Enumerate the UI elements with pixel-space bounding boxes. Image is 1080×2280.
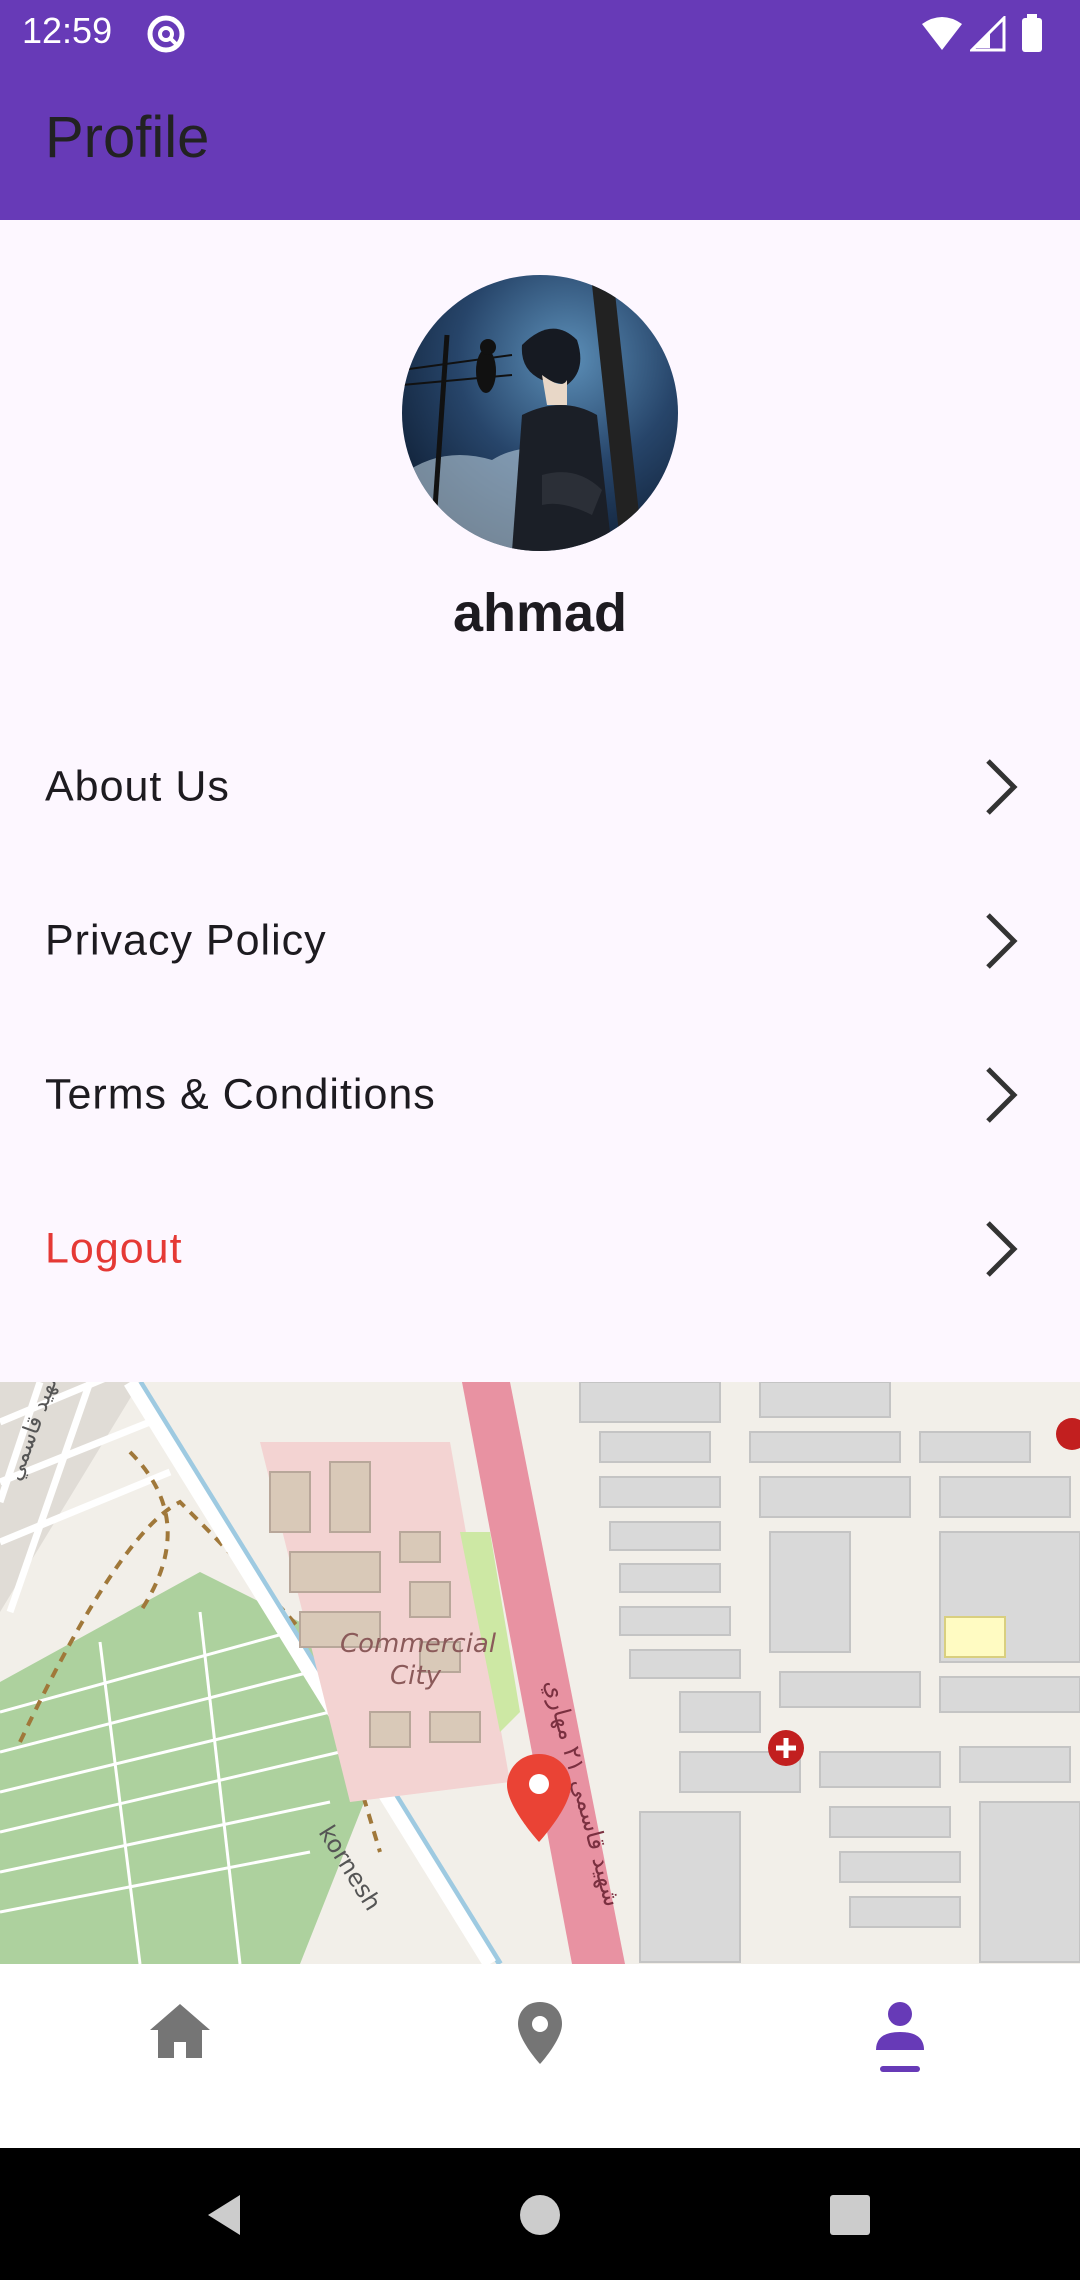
avatar[interactable] [402,275,678,551]
map-tiles: kornesh Commercial City شهيد قاسمي ٢١ مه… [0,1382,1080,1964]
status-time: 12:59 [22,10,113,51]
bottom-navigation [0,1964,1080,2148]
menu-item-label: Terms & Conditions [45,1070,436,1119]
menu-item-terms-conditions[interactable]: Terms & Conditions [0,1020,1080,1170]
home-icon [150,2004,210,2058]
menu-item-label: Privacy Policy [45,916,327,965]
username: ahmad [452,583,628,643]
menu-item-label: Logout [45,1224,183,1273]
nav-home[interactable] [120,1984,240,2094]
map-location-pin-icon[interactable] [504,1752,574,1844]
menu-item-privacy-policy[interactable]: Privacy Policy [0,866,1080,1016]
menu-item-label: About Us [45,762,230,811]
menu-item-about-us[interactable]: About Us [0,712,1080,862]
home-button-icon[interactable] [515,2190,565,2240]
cellular-signal-icon [970,16,1006,52]
status-icons [920,14,1060,54]
menu-item-logout[interactable]: Logout [0,1174,1080,1324]
recents-icon[interactable] [825,2190,875,2240]
wifi-icon [922,17,962,50]
battery-icon [1022,14,1042,52]
chevron-right-icon [986,1221,1018,1277]
chevron-right-icon [986,759,1018,815]
at-sign-icon [147,15,185,53]
map-view[interactable]: kornesh Commercial City شهيد قاسمي ٢١ مه… [0,1382,1080,1964]
app-bar: Profile [0,64,1080,220]
back-icon[interactable] [200,2190,250,2240]
chevron-right-icon [986,1067,1018,1123]
status-bar: 12:59 [0,0,1080,64]
avatar-image [402,275,678,551]
page-title: Profile [45,105,210,170]
person-icon [876,2002,924,2072]
nav-profile[interactable] [840,1984,960,2094]
location-pin-icon [518,2002,562,2064]
profile-content: ahmad About Us Privacy Policy Terms & Co… [0,220,1080,1382]
map-label-area: Commercial [340,1629,497,1659]
map-label-area-line2: City [390,1661,442,1691]
system-navigation-bar [0,2148,1080,2280]
chevron-right-icon [986,913,1018,969]
nav-map[interactable] [480,1984,600,2094]
